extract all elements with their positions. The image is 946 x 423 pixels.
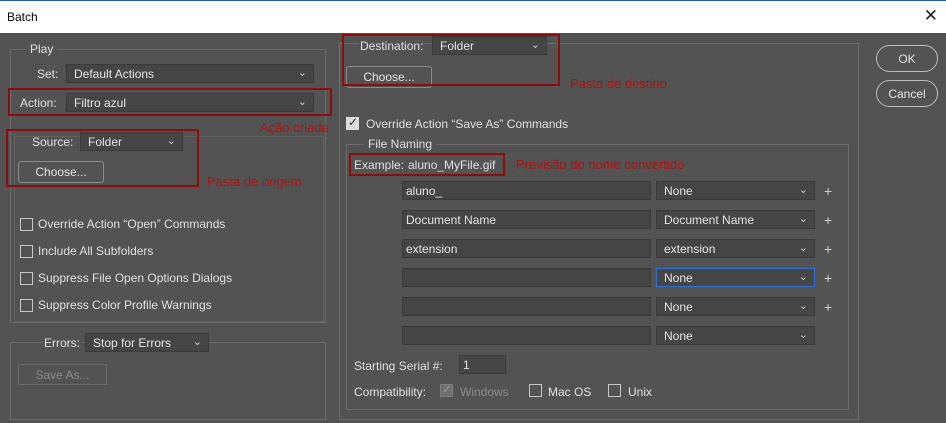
serial-label: Starting Serial #: <box>354 359 443 373</box>
action-highlight <box>8 88 332 116</box>
naming-select-3[interactable]: extension ⌄ <box>656 239 815 258</box>
file-naming-legend: File Naming <box>364 137 437 151</box>
naming-text-3[interactable]: extension <box>402 239 651 258</box>
naming-select-1[interactable]: None ⌄ <box>656 181 815 200</box>
suppress-color-warnings-checkbox[interactable] <box>20 299 33 312</box>
include-subfolders-checkbox[interactable] <box>20 245 33 258</box>
naming-text-1[interactable]: aluno_ <box>402 181 651 200</box>
suppress-open-dialogs-checkbox[interactable] <box>20 272 33 285</box>
chevron-down-icon: ⌄ <box>798 300 808 312</box>
destination-highlight <box>342 34 560 86</box>
naming-select-3-value: extension <box>664 242 716 256</box>
override-save-as-label: Override Action “Save As” Commands <box>366 117 569 131</box>
close-icon[interactable]: ✕ <box>924 6 938 26</box>
naming-text-4[interactable] <box>402 268 651 287</box>
annotation-acao-criada: Ação criada <box>260 120 329 135</box>
override-open-label: Override Action “Open” Commands <box>38 217 226 231</box>
errors-value: Stop for Errors <box>93 336 172 350</box>
plus-icon[interactable]: + <box>824 183 832 199</box>
errors-save-as-button[interactable]: Save As... <box>18 364 107 385</box>
plus-icon[interactable]: + <box>824 212 832 228</box>
serial-input[interactable]: 1 <box>459 355 506 374</box>
title-bar: Batch ✕ <box>0 0 946 33</box>
plus-icon[interactable]: + <box>824 270 832 286</box>
compat-windows-label: Windows <box>460 385 509 399</box>
window-title: Batch <box>7 10 38 24</box>
compat-macos-label: Mac OS <box>548 385 592 399</box>
naming-select-5-value: None <box>664 300 693 314</box>
source-highlight <box>6 129 199 187</box>
batch-dialog: Play Set: Default Actions ⌄ Action: Filt… <box>0 33 946 423</box>
chevron-down-icon: ⌄ <box>297 67 307 79</box>
chevron-down-icon: ⌄ <box>192 336 202 348</box>
naming-select-6[interactable]: None ⌄ <box>656 326 815 345</box>
compatibility-label: Compatibility: <box>354 385 427 399</box>
naming-text-6[interactable] <box>402 326 651 345</box>
compat-windows-checkbox <box>440 382 453 397</box>
compat-unix-label: Unix <box>628 385 653 399</box>
override-save-as-checkbox[interactable] <box>346 115 359 130</box>
chevron-down-icon: ⌄ <box>798 329 808 341</box>
naming-select-6-value: None <box>664 329 693 343</box>
naming-select-5[interactable]: None ⌄ <box>656 297 815 316</box>
set-select[interactable]: Default Actions ⌄ <box>66 64 314 83</box>
chevron-down-icon: ⌄ <box>798 271 808 283</box>
override-open-checkbox[interactable] <box>20 218 33 231</box>
annotation-previsao: Previsão do nome convertido <box>516 157 685 172</box>
annotation-pasta-destino: Pasta de destino <box>570 76 667 91</box>
naming-select-4-value: None <box>664 271 693 285</box>
ok-button[interactable]: OK <box>876 45 938 72</box>
naming-text-2[interactable]: Document Name <box>402 210 651 229</box>
plus-icon[interactable]: + <box>824 241 832 257</box>
set-label: Set: <box>37 67 59 81</box>
suppress-open-dialogs-label: Suppress File Open Options Dialogs <box>38 271 233 285</box>
chevron-down-icon: ⌄ <box>798 213 808 225</box>
chevron-down-icon: ⌄ <box>798 242 808 254</box>
chevron-down-icon: ⌄ <box>798 184 808 196</box>
plus-icon[interactable]: + <box>824 299 832 315</box>
naming-select-2[interactable]: Document Name ⌄ <box>656 210 815 229</box>
example-highlight <box>349 153 505 176</box>
compat-macos-checkbox[interactable] <box>529 384 542 397</box>
errors-select[interactable]: Stop for Errors ⌄ <box>85 333 209 352</box>
play-legend: Play <box>26 42 58 56</box>
errors-label: Errors: <box>42 336 82 350</box>
naming-text-5[interactable] <box>402 297 651 316</box>
naming-select-1-value: None <box>664 184 693 198</box>
annotation-pasta-origem: Pasta de origem <box>207 174 302 189</box>
naming-select-4[interactable]: None ⌄ <box>656 268 815 287</box>
cancel-button[interactable]: Cancel <box>876 80 938 107</box>
include-subfolders-label: Include All Subfolders <box>38 244 154 258</box>
naming-select-2-value: Document Name <box>664 213 755 227</box>
set-value: Default Actions <box>74 67 155 81</box>
suppress-color-warnings-label: Suppress Color Profile Warnings <box>38 298 212 312</box>
compat-unix-checkbox[interactable] <box>608 384 621 397</box>
